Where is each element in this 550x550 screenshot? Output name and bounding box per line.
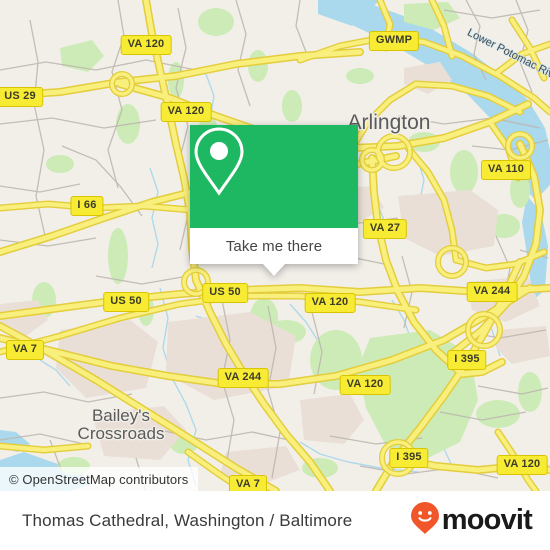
road-shield[interactable]: VA 120: [160, 102, 212, 122]
road-shield[interactable]: US 29: [0, 87, 43, 107]
road-shield[interactable]: VA 120: [339, 375, 391, 395]
map-attribution[interactable]: © OpenStreetMap contributors: [0, 467, 199, 491]
take-me-there-label: Take me there: [225, 237, 323, 255]
road-shield[interactable]: VA 120: [496, 455, 548, 475]
road-shield[interactable]: VA 110: [480, 160, 532, 180]
road-shield[interactable]: VA 27: [362, 219, 408, 239]
road-shield[interactable]: I 395: [389, 448, 429, 468]
moovit-logo[interactable]: moovit: [410, 501, 533, 540]
attribution-text: © OpenStreetMap contributors: [9, 471, 189, 487]
popup-action-area[interactable]: Take me there: [190, 228, 358, 276]
moovit-map-screenshot: Lower Potomac River Arlington Bailey's C…: [0, 0, 550, 550]
moovit-wordmark: moovit: [441, 504, 533, 536]
road-shield[interactable]: I 66: [70, 196, 104, 216]
road-shield[interactable]: VA 7: [5, 340, 45, 360]
page-title: Thomas Cathedral, Washington / Baltimore: [22, 510, 353, 530]
popup-pin-area: [190, 125, 358, 228]
road-shield[interactable]: US 50: [103, 292, 149, 312]
road-shield[interactable]: VA 244: [217, 368, 269, 388]
road-shield[interactable]: VA 244: [466, 282, 518, 302]
road-shield[interactable]: GWMP: [368, 31, 420, 51]
road-shield[interactable]: US 50: [202, 283, 248, 303]
road-shield[interactable]: VA 7: [228, 475, 268, 491]
moovit-pin-smiley-icon: [410, 501, 440, 540]
popup-tail-pointer: [263, 264, 285, 276]
map-canvas[interactable]: Lower Potomac River Arlington Bailey's C…: [0, 0, 550, 491]
road-shield[interactable]: VA 120: [304, 293, 356, 313]
location-popup-card[interactable]: Take me there: [190, 125, 358, 276]
road-shield[interactable]: VA 120: [120, 35, 172, 55]
road-shield[interactable]: I 395: [447, 350, 487, 370]
footer-bar: Thomas Cathedral, Washington / Baltimore…: [0, 491, 550, 550]
